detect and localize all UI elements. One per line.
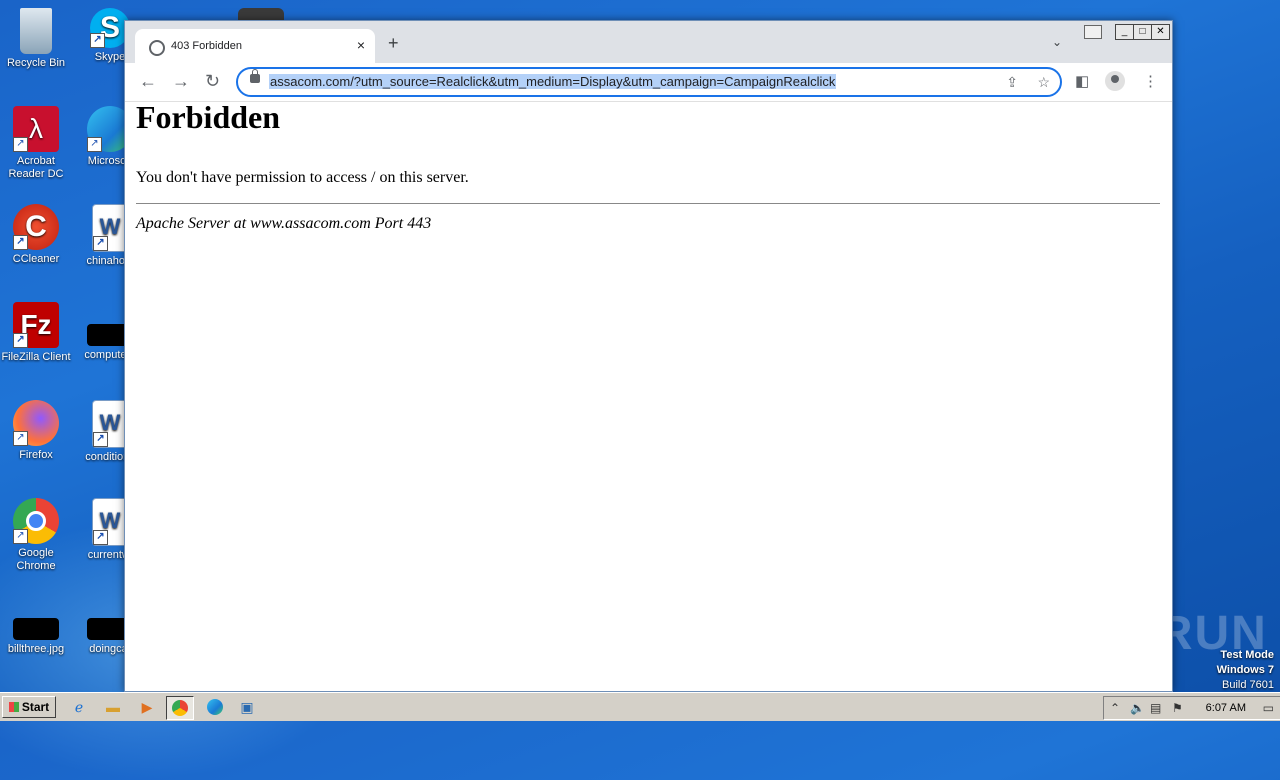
desktop-icon-billthree[interactable]: billthree.jpg [0,596,74,656]
system-clock[interactable]: 6:07 AM [1206,702,1246,714]
desktop-icon-recycle-bin[interactable]: Recycle Bin [0,8,74,70]
word-document-icon: W ↗ [92,204,128,252]
shortcut-arrow-icon: ↗ [13,137,28,152]
lock-icon[interactable] [250,69,260,83]
restore-down-icon[interactable] [1084,25,1102,39]
start-button[interactable]: Start [2,696,56,718]
address-bar-url[interactable]: assacom.com/?utm_source=Realclick&utm_me… [269,74,837,89]
share-icon[interactable]: ⇪ [1006,74,1018,91]
shortcut-arrow-icon: ↗ [13,235,28,250]
tab-close-icon[interactable]: × [357,37,365,53]
volume-icon[interactable]: 🔈 [1130,701,1145,715]
image-file-icon [13,618,59,640]
desktop-icon-firefox[interactable]: ↗ Firefox [0,400,74,462]
profile-avatar-icon[interactable] [1105,71,1125,91]
taskbar: Start ℯ ▬ ▶ ▣ ⌃ 🔈 ▤ ⚑ 6:07 AM ▭ [0,692,1280,721]
filezilla-icon: Fz ↗ [13,302,59,348]
shortcut-arrow-icon: ↗ [93,236,108,251]
tab-403-forbidden[interactable]: 403 Forbidden × [135,29,375,63]
network-icon[interactable]: ▤ [1150,701,1161,715]
taskbar-media-player-icon[interactable]: ▶ [134,696,160,718]
back-arrow-icon[interactable]: ← [139,71,157,92]
desktop-icon-filezilla[interactable]: Fz ↗ FileZilla Client [0,302,74,364]
error-message: You don't have permission to access / on… [136,169,469,186]
show-hidden-icons-chevron-icon[interactable]: ⌃ [1110,701,1120,715]
desktop-icon-acrobat[interactable]: λ ↗ Acrobat Reader DC [0,106,74,181]
taskbar-chrome-icon[interactable] [166,696,194,720]
close-window-button[interactable]: ✕ [1151,24,1170,40]
tab-strip: 403 Forbidden × + ⌄ _ □ ✕ [125,21,1172,63]
firefox-icon: ↗ [13,400,59,446]
acrobat-icon: λ ↗ [13,106,59,152]
taskbar-edge-icon[interactable] [202,696,228,718]
browser-toolbar: ← → ↻ assacom.com/?utm_source=Realclick&… [125,63,1172,102]
forward-arrow-icon[interactable]: → [172,71,190,92]
minimize-button[interactable]: _ [1115,24,1134,40]
taskbar-rdp-icon[interactable]: ▣ [234,696,260,718]
action-center-flag-icon[interactable]: ⚑ [1172,701,1183,715]
word-document-icon: W ↗ [92,498,128,546]
taskbar-ie-icon[interactable]: ℯ [66,696,92,718]
kebab-menu-icon[interactable]: ⋮ [1143,72,1158,90]
maximize-button[interactable]: □ [1133,24,1152,40]
shortcut-arrow-icon: ↗ [93,530,108,545]
word-document-icon: W ↗ [92,400,128,448]
globe-icon [149,40,165,56]
taskbar-explorer-icon[interactable]: ▬ [100,696,126,718]
browser-window: 403 Forbidden × + ⌄ _ □ ✕ ← → ↻ assacom.… [124,20,1173,692]
shortcut-arrow-icon: ↗ [13,333,28,348]
shortcut-arrow-icon: ↗ [90,33,105,48]
new-tab-button[interactable]: + [388,33,399,54]
desktop-icon-chrome[interactable]: ↗ Google Chrome [0,498,74,573]
divider [136,203,1160,204]
show-desktop-icon[interactable]: ▭ [1263,701,1274,715]
page-content: Forbidden You don't have permission to a… [125,99,1172,690]
system-tray: ⌃ 🔈 ▤ ⚑ 6:07 AM ▭ [1103,696,1280,720]
shortcut-arrow-icon: ↗ [93,432,108,447]
address-bar[interactable]: assacom.com/?utm_source=Realclick&utm_me… [236,67,1062,97]
page-heading: Forbidden [136,99,281,135]
desktop-icon-ccleaner[interactable]: C ↗ CCleaner [0,204,74,266]
tab-title: 403 Forbidden [171,40,242,52]
tab-search-chevron-icon[interactable]: ⌄ [1052,35,1062,49]
server-signature: Apache Server at www.assacom.com Port 44… [136,215,432,232]
ccleaner-icon: C ↗ [13,204,59,250]
shortcut-arrow-icon: ↗ [13,529,28,544]
windows-flag-icon [8,702,19,712]
chrome-icon: ↗ [13,498,59,544]
recycle-bin-icon [20,8,52,54]
test-mode-label: Test Mode Windows 7 Build 7601 [1216,649,1274,691]
shortcut-arrow-icon: ↗ [13,431,28,446]
bookmark-star-icon[interactable]: ☆ [1037,74,1050,91]
reload-icon[interactable]: ↻ [205,71,220,92]
shortcut-arrow-icon: ↗ [87,137,102,152]
side-panel-icon[interactable]: ◧ [1075,72,1089,90]
